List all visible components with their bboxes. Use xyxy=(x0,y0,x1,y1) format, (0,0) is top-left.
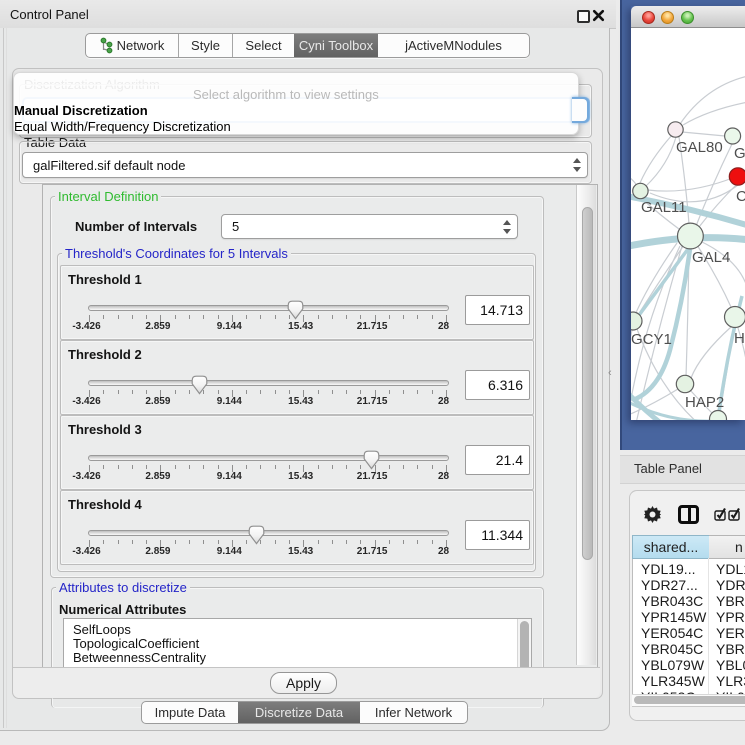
svg-text:GAL4: GAL4 xyxy=(692,249,730,266)
svg-text:GAL11: GAL11 xyxy=(641,199,687,216)
svg-text:C: C xyxy=(736,188,745,205)
svg-text:GA: GA xyxy=(734,145,745,162)
svg-text:GAL80: GAL80 xyxy=(676,139,723,156)
svg-text:HAP2: HAP2 xyxy=(685,394,724,411)
svg-text:H: H xyxy=(734,330,745,347)
svg-text:GCY1: GCY1 xyxy=(631,331,672,348)
